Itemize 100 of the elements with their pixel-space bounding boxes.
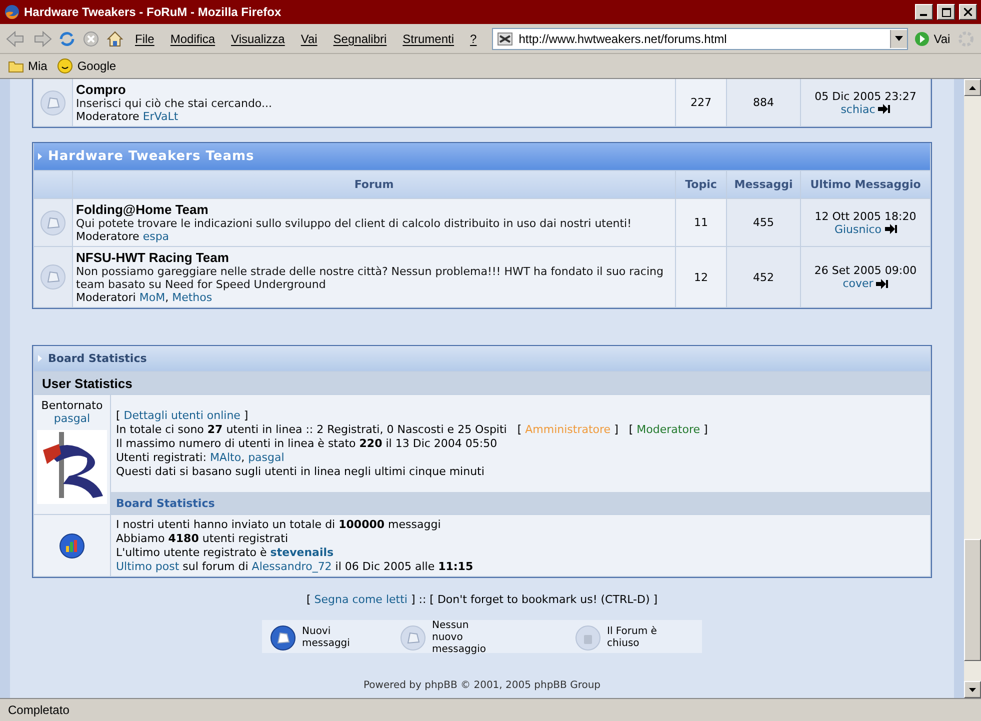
arrow-icon: [876, 278, 888, 288]
moderator-link[interactable]: espa: [142, 230, 170, 243]
bookmark-item[interactable]: Google: [57, 58, 116, 74]
post-count: 884: [727, 79, 800, 126]
column-header: [34, 171, 72, 198]
close-icon: [964, 8, 972, 16]
forum-title[interactable]: Folding@Home Team: [76, 202, 672, 217]
smiley-icon: [57, 58, 74, 74]
scroll-thumb[interactable]: [964, 539, 981, 661]
stats-text: ]: [242, 409, 248, 422]
throbber-icon: [957, 30, 975, 48]
stats-text: Utenti registrati:: [116, 451, 208, 464]
moderator-link[interactable]: ErVaLt: [142, 110, 178, 123]
text-link[interactable]: MAlto: [210, 451, 242, 464]
stats-text: il 06 Dic 2005 alle 11:15: [334, 560, 474, 573]
section-title: User Statistics: [42, 376, 132, 390]
chart-icon: [59, 532, 85, 558]
browser-logo-icon: [4, 4, 20, 20]
user-link[interactable]: cover: [842, 277, 874, 290]
scrollbar-track[interactable]: [964, 79, 981, 698]
stats-text: ] [: [613, 423, 634, 436]
text-link[interactable]: Dettagli utenti online: [124, 409, 240, 422]
text-link[interactable]: Alessandro_72: [252, 560, 332, 573]
moderator-label: Moderatore: [76, 110, 140, 123]
lock-folder-icon: [575, 625, 601, 651]
up-arrow-icon: [969, 86, 976, 90]
menu-item[interactable]: Segnalibri: [328, 32, 392, 46]
menu-item[interactable]: Visualizza: [226, 32, 290, 46]
footer-text: Powered by phpBB © 2001, 2005 phpBB Group: [363, 680, 601, 691]
forum-description: Non possiamo gareggiare nelle strade delle nostre città? Nessun problema!!! HWT ha fondato il suo racing team basato su Need for Speed Underground: [76, 265, 664, 291]
folder-icon: [270, 625, 296, 651]
home-icon[interactable]: [106, 30, 124, 48]
user-link[interactable]: Giusnico: [834, 222, 882, 236]
folder-icon: [8, 59, 24, 73]
topic-count: 11: [676, 199, 726, 246]
forum-description: Inserisci qui ciò che stai cercando...: [76, 97, 273, 110]
menu-item[interactable]: File: [130, 32, 160, 46]
close-button[interactable]: [959, 4, 977, 20]
reload-icon[interactable]: [58, 30, 76, 48]
menu-item[interactable]: Vai: [296, 32, 322, 46]
moderator-legend-link[interactable]: Moderatore: [636, 423, 700, 436]
bookmark-item[interactable]: Mia: [8, 59, 48, 73]
minimize-button[interactable]: [915, 4, 933, 20]
caret-icon: [894, 36, 903, 41]
stats-text: sul forum di: [182, 560, 250, 573]
maximize-button[interactable]: [937, 4, 955, 20]
forum-title[interactable]: Compro: [76, 82, 672, 97]
play-icon: [914, 30, 930, 46]
separator-text: ,: [165, 291, 170, 304]
topic-count: 227: [676, 79, 726, 126]
menu-item[interactable]: Strumenti: [398, 32, 460, 46]
statistics-title[interactable]: Board Statistics: [48, 352, 147, 365]
go-button[interactable]: Vai: [914, 30, 950, 46]
menu-item[interactable]: ?: [465, 32, 482, 46]
bracket-text: [: [306, 593, 312, 606]
welcome-text: Bentornato: [41, 399, 103, 412]
stats-text: Abbiamo 4180 utenti registrati: [116, 532, 288, 545]
text-link[interactable]: pasgal: [248, 451, 284, 464]
address-text: http://www.hwtweakers.net/forums.html: [518, 32, 728, 46]
column-header: Ultimo Messaggio: [801, 171, 930, 198]
stats-text: Il massimo numero di utenti in linea è stato 220 il 13 Dic 2004 05:50: [116, 437, 498, 450]
down-arrow-icon: [969, 688, 976, 692]
scroll-down-button[interactable]: [964, 681, 981, 698]
column-header: Messaggi: [727, 171, 800, 198]
triangle-icon: [38, 153, 42, 160]
address-field[interactable]: http://www.hwtweakers.net/forums.html: [492, 28, 908, 50]
window-title: Hardware Tweakers - FoRuM - Mozilla Firefox: [24, 5, 282, 19]
stats-text: ,: [241, 451, 246, 464]
menu-item[interactable]: Modifica: [165, 32, 220, 46]
legend-label: Il Forum è chiuso: [607, 626, 658, 650]
stats-text: [: [116, 409, 122, 422]
triangle-icon: [38, 355, 42, 362]
user-link[interactable]: stevenails: [270, 546, 334, 559]
dropdown-button[interactable]: [890, 30, 907, 48]
topic-count: 12: [676, 247, 726, 307]
stats-text: I nostri utenti hanno inviato un totale di 100000 messaggi: [116, 518, 441, 531]
user-link[interactable]: pasgal: [54, 412, 90, 425]
forum-title[interactable]: NFSU-HWT Racing Team: [76, 250, 672, 265]
stats-text: L'ultimo utente registrato è: [116, 546, 268, 559]
moderator-label: Moderatori: [76, 291, 137, 304]
legend-label: Nuovi messaggi: [302, 626, 351, 650]
text-link[interactable]: Ultimo post: [116, 560, 180, 573]
post-count: 455: [727, 199, 800, 246]
post-count: 452: [727, 247, 800, 307]
stats-text: Questi dati si basano sugli utenti in linea negli ultimi cinque minuti: [116, 465, 484, 478]
folder-icon: [40, 210, 66, 236]
site-icon: [496, 30, 513, 46]
user-link[interactable]: schiac: [840, 102, 876, 116]
arrow-icon: [878, 104, 890, 114]
scroll-up-button[interactable]: [964, 79, 981, 96]
folder-icon: [40, 264, 66, 290]
bracket-text: ] :: [ Don't forget to bookmark us! (CTRL-D) ]: [410, 593, 658, 606]
last-post-date: 26 Set 2005 09:00: [814, 264, 917, 277]
status-text: Completato: [8, 703, 70, 717]
moderator-link[interactable]: Methos: [172, 291, 212, 304]
folder-icon: [40, 90, 66, 116]
stop-icon[interactable]: [82, 30, 100, 48]
arrow-icon: [884, 224, 897, 234]
text-link[interactable]: Segna come letti: [314, 593, 408, 606]
moderator-link[interactable]: MoM: [139, 291, 166, 304]
